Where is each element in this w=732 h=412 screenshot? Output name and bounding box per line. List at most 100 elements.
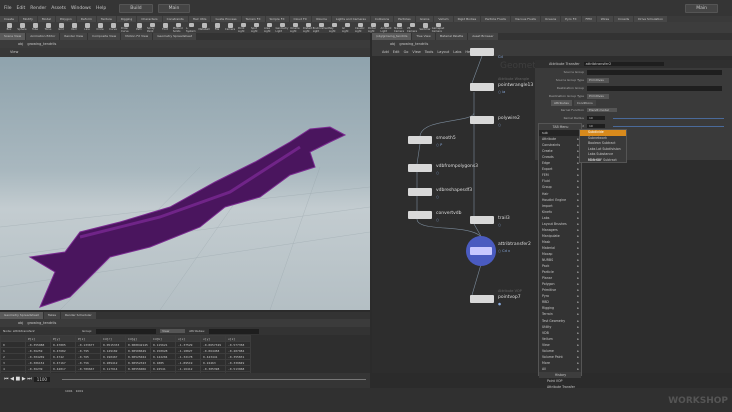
play-controls[interactable]: ⏮ ◀ ■ ▶ ⏭ <box>4 376 32 382</box>
param-field[interactable] <box>587 85 722 91</box>
shelf-tool[interactable]: Volume Light <box>290 22 300 33</box>
param-field[interactable]: Primitives <box>587 93 609 99</box>
shelf-tool[interactable]: Caustic Light <box>355 22 365 33</box>
shelf-tool[interactable]: Stereo Camera <box>394 22 404 33</box>
tab-spreadsheet[interactable]: Geometry Spreadsheet <box>0 312 43 319</box>
shelf-tool[interactable]: Geometry Light <box>276 22 288 33</box>
tab-spreadsheet[interactable]: Render Scheduler <box>61 312 96 319</box>
shelf-tool[interactable]: Null <box>69 22 79 33</box>
shelf-tool[interactable]: Distant Light <box>303 22 313 33</box>
tab-pane[interactable]: Composite View <box>88 33 121 40</box>
group-field[interactable] <box>96 328 157 334</box>
param-slider[interactable] <box>613 125 724 127</box>
param-field[interactable]: Primitives <box>587 77 609 83</box>
tab-pane[interactable]: Render View <box>60 33 88 40</box>
param-label: Destination Group Type <box>548 94 584 98</box>
param-row: Kernel Function Elendt model <box>535 106 732 114</box>
search-result[interactable]: VDB SDF Subtract <box>580 158 626 164</box>
shelf-tool[interactable]: Line <box>82 22 92 33</box>
attributes-field[interactable] <box>208 328 259 334</box>
menu-assets[interactable]: Assets <box>51 6 66 11</box>
node-pointwrangle13[interactable] <box>470 83 494 91</box>
shelf-tools: Box Sphere Tube Torus Grid Null Line Circle Curv… <box>0 22 732 33</box>
menu-edit[interactable]: Edit <box>17 6 26 11</box>
desktop-selector[interactable]: Build <box>119 3 153 13</box>
node-flag: ● <box>498 302 502 306</box>
view-dropdown[interactable]: View <box>160 329 186 333</box>
tab-spreadsheet[interactable]: Takes <box>43 312 61 319</box>
shelf-tool[interactable]: Tube <box>30 22 40 33</box>
shelf-tool[interactable]: Area Light <box>264 22 274 33</box>
menu-help[interactable]: Help <box>96 6 106 11</box>
range-start[interactable]: 1001 <box>65 389 73 393</box>
param-slider[interactable] <box>613 117 724 119</box>
shelf-tool[interactable]: Sphere <box>17 22 27 33</box>
shelf-tool[interactable]: Switcher <box>419 22 431 33</box>
range-end[interactable]: 1001 <box>76 389 84 393</box>
tab-pane[interactable]: Animation Editor <box>26 33 60 40</box>
shelf-tool[interactable]: VR Camera <box>407 22 417 33</box>
tab-pane[interactable]: Geometry Spreadsheet <box>153 33 197 40</box>
shelf-tool[interactable]: Sky Light <box>329 22 339 33</box>
node-pointvop7[interactable] <box>470 295 494 303</box>
viewport-label[interactable]: View <box>10 50 18 54</box>
shelf-tool[interactable]: Curve <box>108 22 118 33</box>
shelf-tool[interactable]: Gamepad Camera <box>432 22 444 33</box>
shelf-tool[interactable]: Circle <box>95 22 105 33</box>
desktop-selector-2[interactable]: Main <box>157 3 191 13</box>
node-name-field[interactable]: attribtransfer2 <box>583 62 664 66</box>
param-value[interactable]: 10 <box>587 124 605 128</box>
node-smooth5[interactable] <box>408 136 432 144</box>
shelf-tool[interactable]: File <box>212 22 222 33</box>
path-node[interactable]: growing_tendrils <box>27 321 56 325</box>
tool-label: Torus <box>44 28 52 31</box>
path-obj[interactable]: obj <box>18 42 23 46</box>
tool-label: Line <box>84 28 90 31</box>
param-tab[interactable]: Conditions <box>573 100 596 106</box>
shelf-tool[interactable]: Portal Light <box>368 22 378 33</box>
shelf-tool[interactable]: Spray Paint <box>147 22 157 33</box>
node-attribtransfer2[interactable] <box>470 247 492 255</box>
param-tab[interactable]: Attributes <box>551 100 572 106</box>
right-desktop-selector[interactable]: Main <box>685 3 718 13</box>
shelf-tool[interactable]: Draw Curve <box>121 22 131 33</box>
node-trail3[interactable] <box>470 216 494 224</box>
shelf-tool[interactable]: L-System <box>186 22 196 33</box>
shelf-tool[interactable]: Grid <box>56 22 66 33</box>
param-value[interactable]: Elendt model <box>587 108 617 112</box>
path-obj[interactable]: obj <box>18 321 23 325</box>
shelf-tool[interactable]: Box <box>4 22 14 33</box>
path-node[interactable]: growing_tendrils <box>27 42 56 46</box>
shelf-tool[interactable]: Environment Light <box>313 22 329 33</box>
node-top[interactable] <box>470 48 494 56</box>
shelf-tool[interactable]: Point Light <box>238 22 248 33</box>
shelf-tool[interactable]: Font <box>160 22 170 33</box>
shelf-tool[interactable]: GI Light <box>342 22 352 33</box>
node-flag: ○ <box>498 123 502 127</box>
shelf-tool[interactable]: Metaball <box>198 22 210 33</box>
timeline[interactable]: ⏮ ◀ ■ ▶ ⏭ 1100 <box>0 373 370 388</box>
param-value[interactable]: 10 <box>587 116 605 120</box>
tool-label: Tube <box>31 28 39 31</box>
menu-render[interactable]: Render <box>30 6 46 11</box>
time-slider[interactable] <box>61 378 366 380</box>
shelf-tool[interactable]: Spot Light <box>251 22 261 33</box>
param-field[interactable] <box>587 69 722 75</box>
shelf-tool[interactable]: Path <box>134 22 144 33</box>
tab-pane[interactable]: Scene View <box>0 33 26 40</box>
node-convertvdb[interactable] <box>408 211 432 219</box>
menu-file[interactable]: File <box>4 6 12 11</box>
node-vdbreshapesdf3[interactable] <box>408 188 432 196</box>
shelf-tool[interactable]: Camera <box>225 22 235 33</box>
shelf-tool[interactable]: Torus <box>43 22 53 33</box>
node-polywire2[interactable] <box>470 116 494 124</box>
viewport-3d[interactable] <box>0 57 371 311</box>
node-vdbfrompolygons3[interactable] <box>408 164 432 172</box>
path-bar: obj growing_tendrils <box>0 40 370 48</box>
node-name: vdbfrompolygons3 <box>436 164 479 169</box>
menu-windows[interactable]: Windows <box>71 6 91 11</box>
shelf-tool[interactable]: Ambient Light <box>381 22 391 33</box>
tab-pane[interactable]: Motion FX View <box>121 33 153 40</box>
current-frame[interactable]: 1100 <box>33 376 50 382</box>
shelf-tool[interactable]: Platonic Solids <box>173 22 183 33</box>
